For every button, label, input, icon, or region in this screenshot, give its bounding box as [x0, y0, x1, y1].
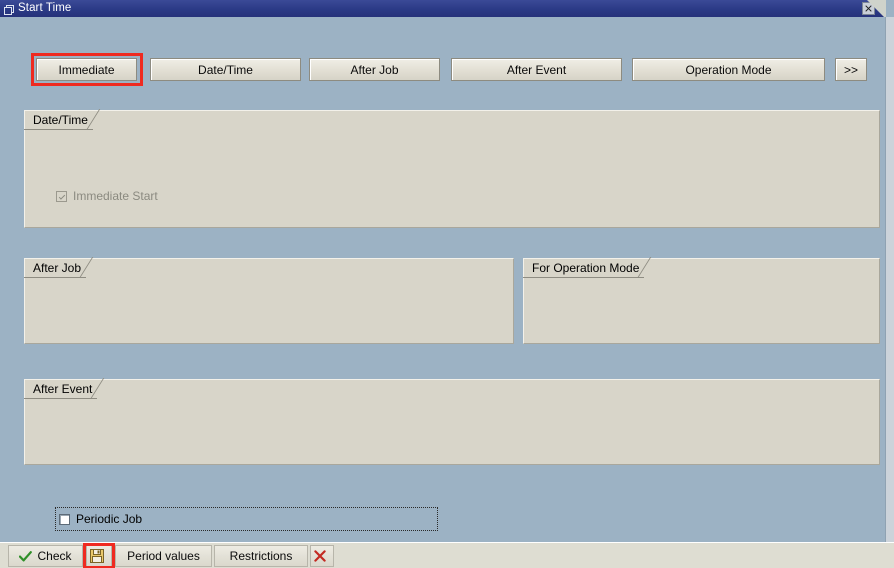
tab-button-operation-mode[interactable]: Operation Mode — [632, 58, 825, 81]
group-after-event-label: After Event — [24, 378, 117, 399]
cancel-button[interactable] — [310, 545, 334, 567]
tab-button-after-job[interactable]: After Job — [309, 58, 440, 81]
group-for-operation-mode-label: For Operation Mode — [523, 257, 664, 278]
group-for-operation-mode: For Operation Mode — [523, 257, 880, 344]
tab-label: >> — [843, 62, 858, 77]
group-title-text: For Operation Mode — [532, 260, 640, 275]
group-label-slant — [86, 109, 113, 129]
group-date-time: Date/Time Immediate Start — [24, 109, 880, 228]
check-button-label: Check — [37, 549, 72, 563]
restrictions-label: Restrictions — [229, 549, 293, 563]
window-corner-grip — [867, 0, 886, 17]
period-values-label: Period values — [127, 549, 200, 563]
group-label-slant — [91, 378, 117, 398]
dialog-title-bar: Start Time — [0, 0, 886, 17]
group-after-job: After Job — [24, 257, 514, 344]
tab-label: Immediate — [58, 62, 115, 77]
periodic-job-checkbox[interactable] — [59, 513, 70, 525]
immediate-start-checkbox[interactable] — [56, 190, 67, 202]
tab-button-immediate[interactable]: Immediate — [36, 58, 137, 81]
restrictions-button[interactable]: Restrictions — [214, 545, 308, 567]
tab-label: Date/Time — [198, 62, 253, 77]
tab-label: Operation Mode — [685, 62, 772, 77]
group-date-time-label: Date/Time — [24, 109, 113, 130]
save-floppy-icon — [89, 549, 104, 563]
group-label-slant — [79, 257, 106, 277]
group-label-slant — [638, 257, 664, 277]
periodic-job-checkbox-row[interactable]: Periodic Job — [55, 507, 438, 531]
start-time-dialog: Start Time Immediate Date/Time After Job… — [0, 0, 894, 568]
group-title-text: After Event — [33, 381, 93, 396]
dialog-title: Start Time — [18, 2, 72, 14]
dialog-right-frame — [886, 17, 894, 542]
tab-button-date-time[interactable]: Date/Time — [150, 58, 301, 81]
check-button[interactable]: Check — [8, 545, 83, 567]
group-title-text: Date/Time — [33, 112, 88, 127]
tab-button-after-event[interactable]: After Event — [451, 58, 622, 81]
save-button[interactable] — [86, 545, 112, 567]
group-after-job-label: After Job — [24, 257, 106, 278]
period-values-button[interactable]: Period values — [115, 545, 212, 567]
group-title-text: After Job — [33, 260, 82, 275]
tab-label: After Event — [506, 62, 567, 77]
immediate-start-label: Immediate Start — [73, 189, 158, 203]
group-after-event: After Event — [24, 378, 880, 465]
immediate-start-checkbox-row[interactable]: Immediate Start — [56, 189, 158, 203]
tab-label: After Job — [350, 62, 399, 77]
dialog-footer-toolbar: Check Period values Restrictions — [0, 542, 894, 568]
window-restore-icon — [4, 3, 15, 15]
tab-button-more[interactable]: >> — [835, 58, 867, 81]
red-x-icon — [313, 550, 326, 562]
periodic-job-label: Periodic Job — [76, 512, 143, 526]
green-check-icon — [19, 550, 33, 562]
